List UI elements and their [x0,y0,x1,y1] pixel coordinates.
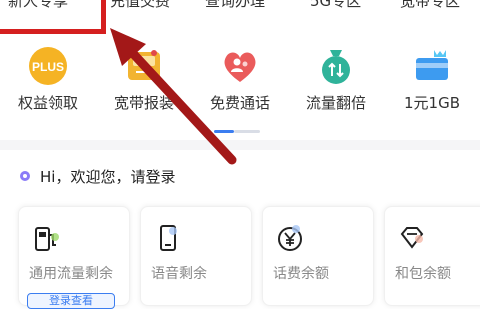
service-item-double-data[interactable]: 流量翻倍 [288,38,384,116]
fuel-pump-icon [35,227,59,251]
service-label: 流量翻倍 [305,94,366,112]
greeting-text: Hi，欢迎您，请登录 [40,167,176,186]
diamond-icon [400,227,424,249]
data-bag-icon [322,50,350,84]
card-label: 语音剩余 [151,266,207,282]
section-divider [0,140,480,150]
service-label: 1元1GB [403,94,460,112]
plus-badge-icon: PLUS [29,47,67,85]
yuan-coin-icon [278,225,302,251]
highlight-box [0,0,106,34]
balance-card-voice[interactable]: 语音剩余 [140,206,252,306]
heart-contacts-icon [224,52,256,82]
phone-device-icon [160,225,177,251]
page-indicator-track [234,130,260,133]
login-view-badge[interactable]: 登录查看 [27,293,115,309]
top-menu-item[interactable]: 5G专区 [310,0,361,11]
top-menu-item[interactable]: 查询办理 [205,0,265,11]
card-label: 通用流量剩余 [29,266,113,282]
balance-card-data[interactable]: 通用流量剩余 登录查看 [18,206,130,309]
page-indicator-active [214,130,234,133]
broadband-wallet-icon [128,50,160,80]
service-label: 宽带报装 [113,94,174,112]
login-greeting[interactable]: Hi，欢迎您，请登录 [20,165,175,187]
service-item-1gb[interactable]: 1元1GB [384,38,480,116]
service-item-free-call[interactable]: 免费通话 [192,38,288,116]
plus-badge-text: PLUS [32,60,64,74]
balance-card-wallet[interactable]: 和包余额 [384,206,480,306]
service-item-broadband[interactable]: 宽带报装 [96,38,192,116]
ring-icon [20,171,30,181]
card-label: 话费余额 [273,266,329,282]
service-item-rights[interactable]: PLUS 权益领取 [0,38,96,116]
top-menu-item[interactable]: 宽带专区 [400,0,460,11]
top-menu-item[interactable]: 充值交费 [110,0,170,11]
card-crown-icon [416,50,448,80]
service-label: 权益领取 [17,94,78,112]
card-label: 和包余额 [395,266,451,282]
service-grid: PLUS 权益领取 宽带报装 免费通话 流量翻倍 1元1GB [0,38,480,116]
service-label: 免费通话 [209,94,270,112]
balance-card-fee[interactable]: 话费余额 [262,206,374,306]
